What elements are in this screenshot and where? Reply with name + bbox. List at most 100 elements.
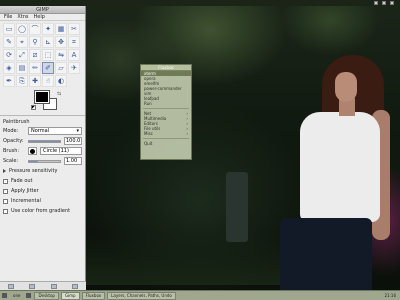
- color-area: ⇆: [3, 90, 82, 113]
- restore-options-icon[interactable]: [29, 283, 36, 289]
- menu-separator: [143, 108, 189, 109]
- mode-value: Normal: [31, 128, 50, 134]
- workspace-name[interactable]: one: [9, 291, 24, 300]
- scale-slider[interactable]: [28, 159, 61, 163]
- tool-grid: ▭ ◯ ⌒ ✦ ▦ ✂ ✎ ⌖ ⚲ ⊾ ✥ ⌗ ⟳ ⤢ ⧄ ⬚ ⇋ A ◈ ▤ ✏ ✐ ▱ ✈ ✒ ⎘ ✚ ☝ ◐: [0, 21, 85, 89]
- gradient-color-checkbox-row[interactable]: Use color from gradient: [0, 206, 85, 216]
- foreground-color-swatch[interactable]: [34, 90, 50, 104]
- pressure-expander[interactable]: Pressure sensitivity: [0, 166, 85, 176]
- menu-item-run[interactable]: Run: [141, 101, 191, 106]
- menu-item-label: Misc: [144, 131, 153, 136]
- heal-icon[interactable]: ✚: [29, 75, 41, 87]
- opacity-slider-fill: [29, 140, 60, 142]
- scale-row: Scale: 1.00: [0, 156, 85, 166]
- swap-colors-icon[interactable]: ⇆: [57, 91, 61, 97]
- menu-item-misc[interactable]: Misc ›: [141, 131, 191, 136]
- delete-options-icon[interactable]: [50, 283, 57, 289]
- scissors-icon[interactable]: ✂: [68, 23, 80, 35]
- bucket-fill-icon[interactable]: ◈: [3, 62, 15, 74]
- text-icon[interactable]: A: [68, 49, 80, 61]
- paths-icon[interactable]: ✎: [3, 36, 15, 48]
- ink-icon[interactable]: ✒: [3, 75, 15, 87]
- brush-row: Brush: Circle (11): [0, 146, 85, 156]
- incremental-checkbox-row[interactable]: Incremental: [0, 196, 85, 206]
- apply-jitter-label: Apply Jitter: [11, 188, 39, 194]
- opacity-slider[interactable]: [28, 139, 61, 143]
- brush-preview[interactable]: [28, 147, 37, 155]
- toolbox-menubar: File Xtns Help: [0, 14, 85, 21]
- fade-out-checkbox[interactable]: [3, 178, 8, 184]
- wallpaper-woman-face: [335, 72, 357, 102]
- reset-colors-icon[interactable]: [31, 105, 36, 110]
- workspace-prev-icon[interactable]: [2, 293, 7, 298]
- dodge-burn-icon[interactable]: ◐: [55, 75, 67, 87]
- menu-group-categories: Net › Multimedia › Editors › File utils › Misc ›: [141, 111, 191, 136]
- toolbox-titlebar[interactable]: GIMP: [0, 6, 85, 14]
- opacity-row: Opacity: 100.0: [0, 136, 85, 146]
- menu-item-quit[interactable]: Quit: [141, 141, 191, 146]
- paintbrush-icon[interactable]: ✐: [42, 62, 54, 74]
- free-select-icon[interactable]: ⌒: [29, 23, 41, 35]
- apply-jitter-checkbox-row[interactable]: Apply Jitter: [0, 186, 85, 196]
- taskbar: one Desktop Gimp Fluxbox Layers, Channel…: [0, 290, 400, 300]
- clock: 21:16: [384, 293, 396, 298]
- pencil-icon[interactable]: ✏: [29, 62, 41, 74]
- apply-jitter-checkbox[interactable]: [3, 188, 8, 194]
- scale-spinbox[interactable]: 1.00: [64, 157, 82, 165]
- scale-icon[interactable]: ⤢: [16, 49, 28, 61]
- workspace-next-icon[interactable]: [26, 293, 32, 298]
- task-gimp[interactable]: Gimp: [60, 291, 80, 300]
- menu-item-label: Run: [144, 101, 152, 106]
- airbrush-icon[interactable]: ✈: [68, 62, 80, 74]
- incremental-checkbox[interactable]: [3, 198, 8, 204]
- crop-icon[interactable]: ⌗: [68, 36, 80, 48]
- flip-icon[interactable]: ⇋: [55, 49, 67, 61]
- color-picker-icon[interactable]: ⌖: [16, 36, 28, 48]
- toolbox-title: GIMP: [36, 6, 49, 13]
- brush-select[interactable]: Circle (11): [40, 147, 82, 155]
- wallpaper-lamp-post: [226, 172, 248, 242]
- fluxbox-root-menu: Fluxbox xterm opera emelfm power-commander v…: [140, 64, 192, 160]
- close-icon[interactable]: [390, 1, 394, 5]
- scale-label: Scale:: [3, 158, 19, 164]
- save-options-icon[interactable]: [7, 283, 14, 289]
- submenu-arrow-icon: ›: [186, 131, 188, 136]
- menu-group-quit: Quit: [141, 141, 191, 146]
- fuzzy-select-icon[interactable]: ✦: [42, 23, 54, 35]
- tool-options-title: Paintbrush: [3, 119, 30, 125]
- expander-arrow-icon: [3, 169, 6, 173]
- gradient-color-checkbox[interactable]: [3, 208, 8, 214]
- eraser-icon[interactable]: ▱: [55, 62, 67, 74]
- menu-xtns[interactable]: Xtns: [17, 14, 28, 20]
- wallpaper-woman-jeans: [280, 218, 372, 290]
- menu-item-label: Quit: [144, 141, 153, 146]
- rotate-icon[interactable]: ⟳: [3, 49, 15, 61]
- shear-icon[interactable]: ⧄: [29, 49, 41, 61]
- menu-file[interactable]: File: [4, 14, 12, 20]
- task-layers-dialog[interactable]: Layers, Channels, Paths, Undo: [107, 291, 176, 300]
- gimp-toolbox-window: GIMP File Xtns Help ▭ ◯ ⌒ ✦ ▦ ✂ ✎ ⌖ ⚲ ⊾ ✥ ⌗ ⟳ ⤢ ⧄ ⬚ ⇋ A ◈ ▤…: [0, 6, 86, 290]
- perspective-icon[interactable]: ⬚: [42, 49, 54, 61]
- measure-icon[interactable]: ⊾: [42, 36, 54, 48]
- maximize-icon[interactable]: [382, 1, 386, 5]
- options-divider: [0, 115, 85, 116]
- task-fluxbox[interactable]: Fluxbox: [81, 291, 106, 300]
- chevron-down-icon: ▾: [76, 128, 79, 134]
- brush-value: Circle (11): [43, 148, 69, 154]
- mode-select[interactable]: Normal ▾: [28, 127, 82, 135]
- menu-help[interactable]: Help: [34, 14, 45, 20]
- task-desktop[interactable]: Desktop: [34, 291, 59, 300]
- move-icon[interactable]: ✥: [55, 36, 67, 48]
- ellipse-select-icon[interactable]: ◯: [16, 23, 28, 35]
- toolbox-bottom-bar: [0, 281, 86, 290]
- reset-options-icon[interactable]: [72, 283, 79, 289]
- fade-out-checkbox-row[interactable]: Fade out: [0, 176, 85, 186]
- clone-icon[interactable]: ⎘: [16, 75, 28, 87]
- smudge-icon[interactable]: ☝: [42, 75, 54, 87]
- minimize-icon[interactable]: [374, 1, 378, 5]
- zoom-icon[interactable]: ⚲: [29, 36, 41, 48]
- blend-icon[interactable]: ▤: [16, 62, 28, 74]
- opacity-spinbox[interactable]: 100.0: [64, 137, 82, 145]
- rect-select-icon[interactable]: ▭: [3, 23, 15, 35]
- color-select-icon[interactable]: ▦: [55, 23, 67, 35]
